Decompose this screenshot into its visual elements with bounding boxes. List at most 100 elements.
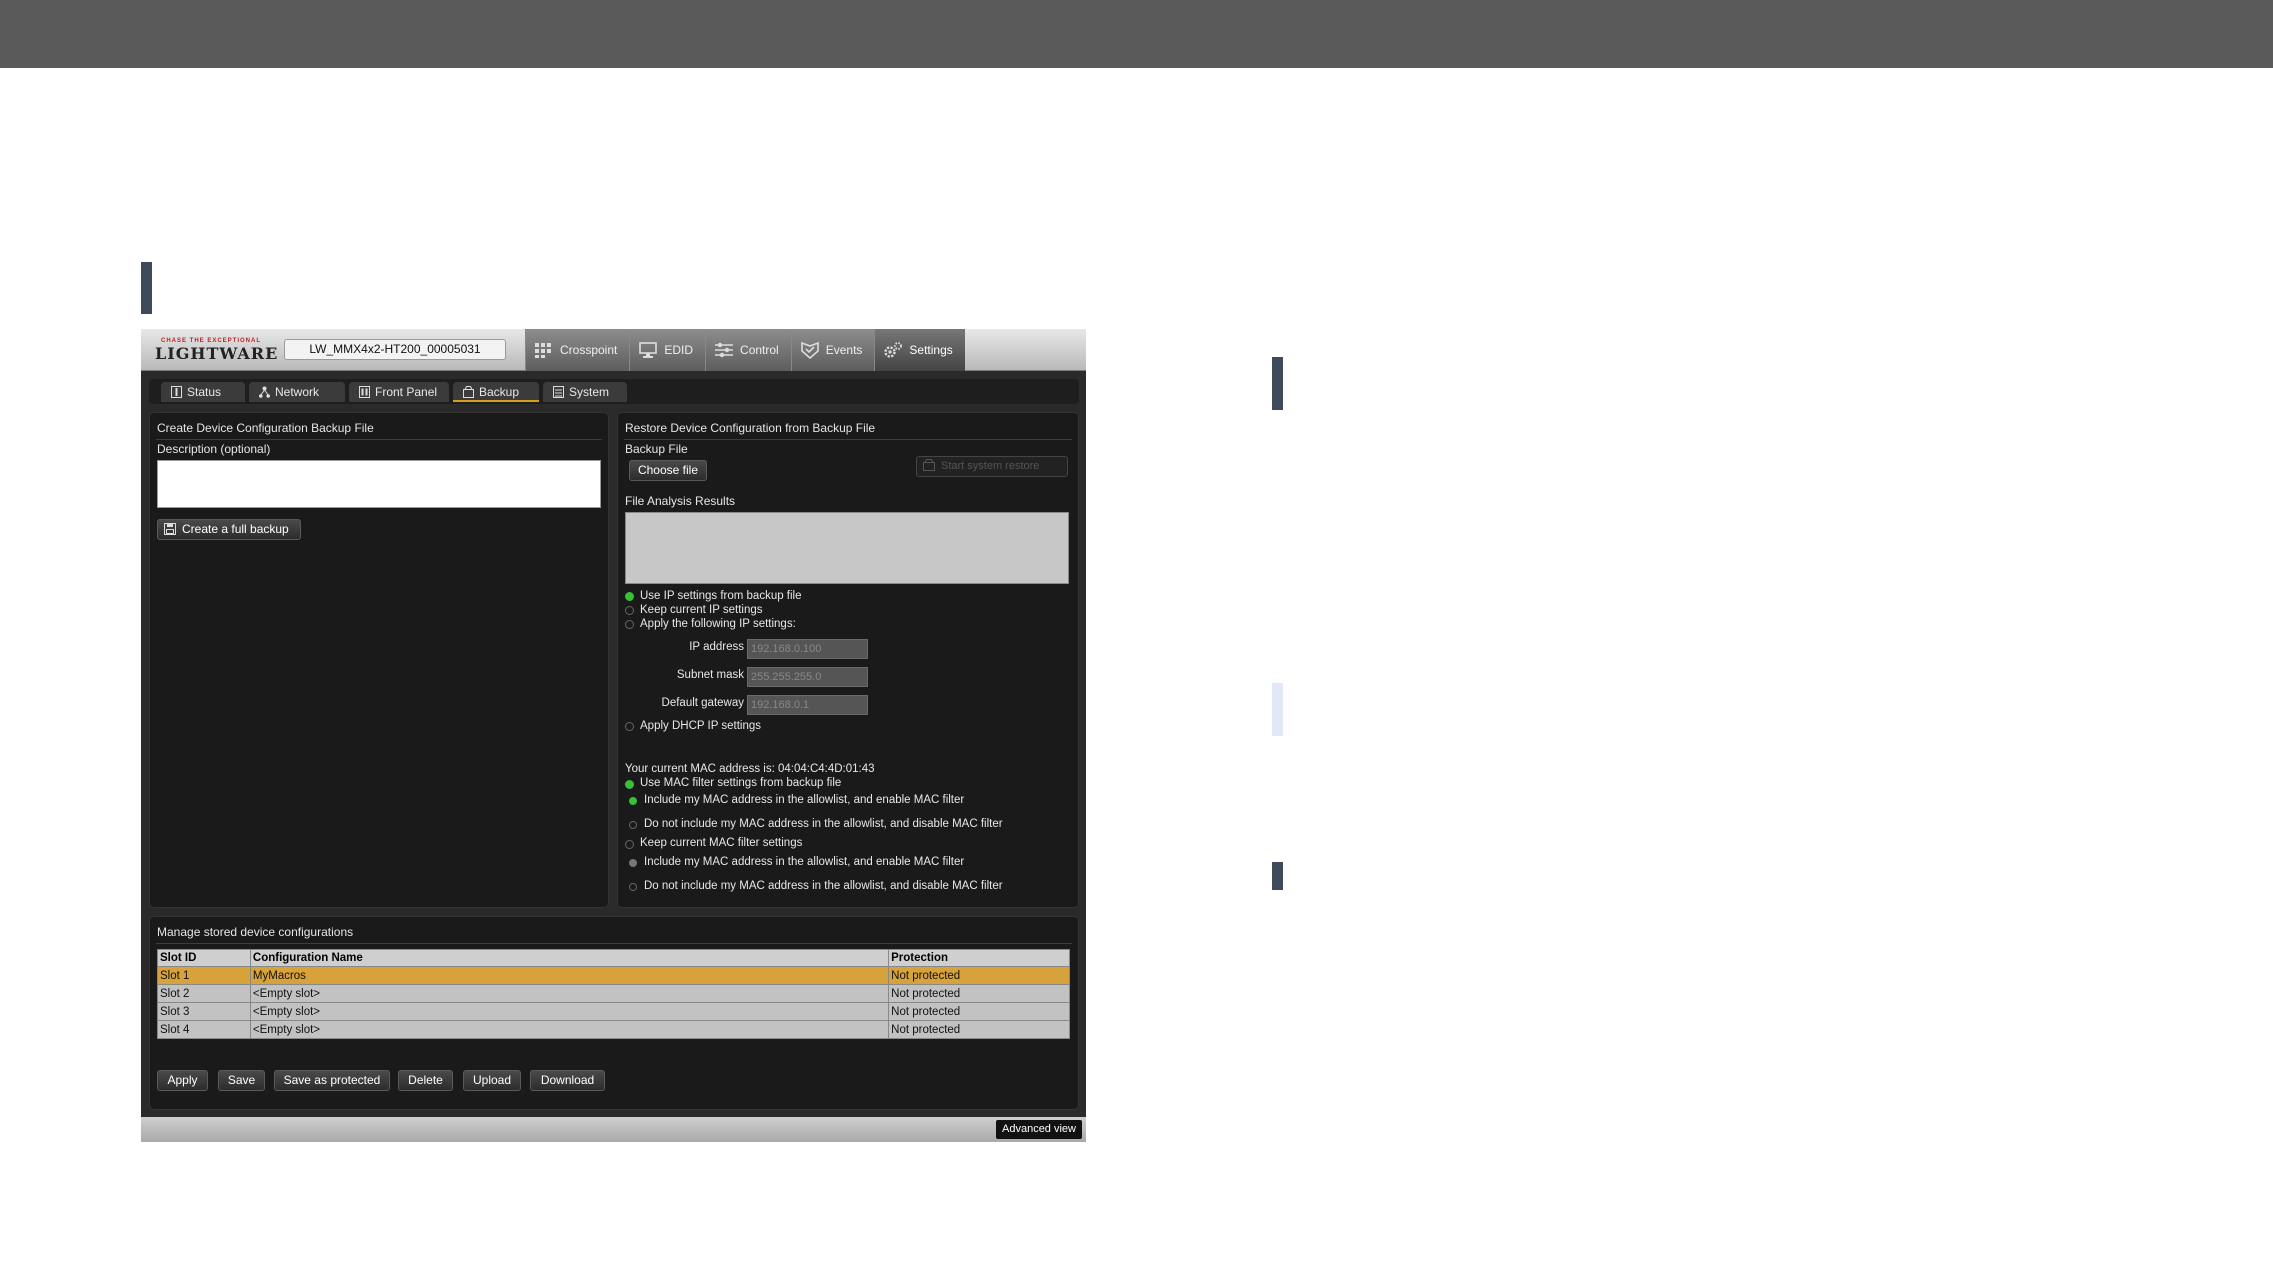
subtab-system-label: System — [569, 385, 610, 399]
configurations-table: Slot ID Configuration Name Protection Sl… — [157, 949, 1070, 1039]
file-analysis-results — [625, 512, 1069, 584]
logo-wordmark: LIGHTWARE — [155, 344, 279, 363]
system-icon — [553, 386, 564, 398]
radio-apply-following-ip[interactable] — [625, 620, 634, 629]
divider — [156, 439, 602, 440]
radio-apply-dhcp[interactable] — [625, 722, 634, 731]
settings-subtabs: Status Network Front Panel Backup System — [149, 379, 1079, 404]
tab-crosspoint-label: Crosspoint — [560, 343, 618, 357]
subtab-status-label: Status — [187, 385, 222, 399]
radio-exclude-mac-allowlist[interactable] — [629, 821, 637, 829]
gear-icon — [884, 342, 903, 358]
start-system-restore-label: Start system restore — [941, 460, 1040, 472]
info-icon — [171, 386, 182, 398]
document-header-band — [0, 0, 2273, 68]
restore-title: Restore Device Configuration from Backup… — [625, 421, 876, 435]
protection-cell: Not protected — [888, 984, 1070, 1003]
ip-address-label: IP address — [689, 641, 744, 653]
tab-edid[interactable]: EDID — [629, 329, 706, 371]
start-system-restore-button[interactable]: Start system restore — [916, 456, 1068, 477]
tab-settings-label: Settings — [909, 343, 953, 357]
divider — [624, 439, 1072, 440]
subtab-front-panel[interactable]: Front Panel — [349, 382, 449, 402]
monitor-icon — [639, 342, 658, 358]
status-bar: Advanced view — [141, 1117, 1086, 1142]
lightware-logo: CHASE THE EXCEPTIONAL LIGHTWARE — [155, 337, 279, 365]
table-row[interactable]: Slot 1 MyMacros Not protected — [157, 966, 1070, 985]
manage-title: Manage stored device configurations — [157, 925, 354, 939]
delete-button[interactable]: Delete — [398, 1070, 453, 1091]
advanced-view-button[interactable]: Advanced view — [996, 1120, 1082, 1139]
radio-keep-current-ip[interactable] — [625, 606, 634, 615]
section-marker-right-1 — [1272, 357, 1283, 410]
app-header: CHASE THE EXCEPTIONAL LIGHTWARE LW_MMX4x… — [141, 329, 1086, 371]
subtab-system[interactable]: System — [543, 382, 627, 402]
radio-include-mac-allowlist-2[interactable] — [629, 859, 637, 867]
tab-events-label: Events — [825, 343, 863, 357]
col-protection: Protection — [888, 949, 1070, 967]
radio-use-ip-from-backup[interactable] — [625, 592, 634, 601]
create-full-backup-label: Create a full backup — [182, 522, 289, 536]
apply-button[interactable]: Apply — [157, 1070, 208, 1091]
device-name-field[interactable]: LW_MMX4x2-HT200_00005031 — [284, 339, 506, 360]
divider — [156, 943, 1072, 944]
create-backup-title: Create Device Configuration Backup File — [157, 421, 374, 435]
keep-current-mac-label: Keep current MAC filter settings — [640, 837, 803, 849]
subtab-status[interactable]: Status — [161, 382, 245, 402]
default-gateway-field[interactable]: 192.168.0.1 — [747, 695, 868, 715]
col-slot-id: Slot ID — [157, 949, 251, 967]
tab-events[interactable]: Events — [790, 329, 875, 371]
default-gateway-label: Default gateway — [661, 697, 744, 709]
radio-include-mac-allowlist[interactable] — [629, 797, 637, 805]
table-row[interactable]: Slot 4 <Empty slot> Not protected — [157, 1020, 1070, 1039]
subtab-network-label: Network — [275, 385, 320, 399]
download-button[interactable]: Download — [530, 1070, 605, 1091]
slot-id-cell: Slot 1 — [157, 966, 251, 985]
ip-address-field[interactable]: 192.168.0.100 — [747, 639, 868, 659]
choose-file-button[interactable]: Choose file — [629, 460, 707, 481]
lightware-device-controller-window: CHASE THE EXCEPTIONAL LIGHTWARE LW_MMX4x… — [141, 329, 1086, 1142]
radio-use-mac-from-backup[interactable] — [625, 780, 634, 789]
col-configuration-name: Configuration Name — [249, 949, 890, 967]
front-panel-icon — [359, 386, 370, 398]
table-row[interactable]: Slot 2 <Empty slot> Not protected — [157, 984, 1070, 1003]
main-nav: Crosspoint EDID Control Events Settings — [525, 329, 965, 371]
configuration-name-cell: <Empty slot> — [249, 1020, 890, 1039]
save-button[interactable]: Save — [218, 1070, 265, 1091]
subnet-mask-field[interactable]: 255.255.255.0 — [747, 667, 868, 687]
tab-control-label: Control — [740, 343, 779, 357]
slot-id-cell: Slot 4 — [157, 1020, 251, 1039]
save-as-protected-button[interactable]: Save as protected — [274, 1070, 390, 1091]
exclude-mac-allowlist-label: Do not include my MAC address in the all… — [644, 818, 1003, 830]
include-mac-allowlist-label-2: Include my MAC address in the allowlist,… — [644, 856, 965, 868]
table-header-row: Slot ID Configuration Name Protection — [157, 949, 1070, 967]
create-full-backup-button[interactable]: Create a full backup — [157, 519, 301, 540]
protection-cell: Not protected — [888, 966, 1070, 985]
tab-control[interactable]: Control — [705, 329, 791, 371]
shield-icon — [800, 341, 819, 359]
subtab-network[interactable]: Network — [249, 382, 345, 402]
section-marker-right-2 — [1272, 683, 1283, 736]
keep-current-ip-label: Keep current IP settings — [640, 604, 763, 616]
subtab-backup-label: Backup — [479, 385, 520, 399]
protection-cell: Not protected — [888, 1020, 1070, 1039]
subnet-mask-label: Subnet mask — [676, 669, 744, 681]
tab-settings[interactable]: Settings — [874, 329, 965, 371]
restore-icon — [923, 459, 935, 471]
configuration-name-cell: <Empty slot> — [249, 1002, 890, 1021]
radio-keep-current-mac[interactable] — [625, 840, 634, 849]
create-backup-panel: Create Device Configuration Backup File … — [149, 412, 609, 908]
apply-following-ip-label: Apply the following IP settings: — [640, 618, 796, 630]
table-row[interactable]: Slot 3 <Empty slot> Not protected — [157, 1002, 1070, 1021]
description-input[interactable] — [157, 460, 601, 508]
upload-button[interactable]: Upload — [463, 1070, 521, 1091]
tab-crosspoint[interactable]: Crosspoint — [525, 329, 630, 371]
file-analysis-label: File Analysis Results — [625, 494, 736, 508]
use-ip-from-backup-label: Use IP settings from backup file — [640, 590, 802, 602]
subtab-backup[interactable]: Backup — [453, 382, 539, 402]
apply-dhcp-label: Apply DHCP IP settings — [640, 720, 762, 732]
configuration-name-cell: MyMacros — [249, 966, 890, 985]
description-label: Description (optional) — [157, 442, 271, 456]
radio-exclude-mac-allowlist-2[interactable] — [629, 883, 637, 891]
restore-backup-panel: Restore Device Configuration from Backup… — [617, 412, 1079, 908]
